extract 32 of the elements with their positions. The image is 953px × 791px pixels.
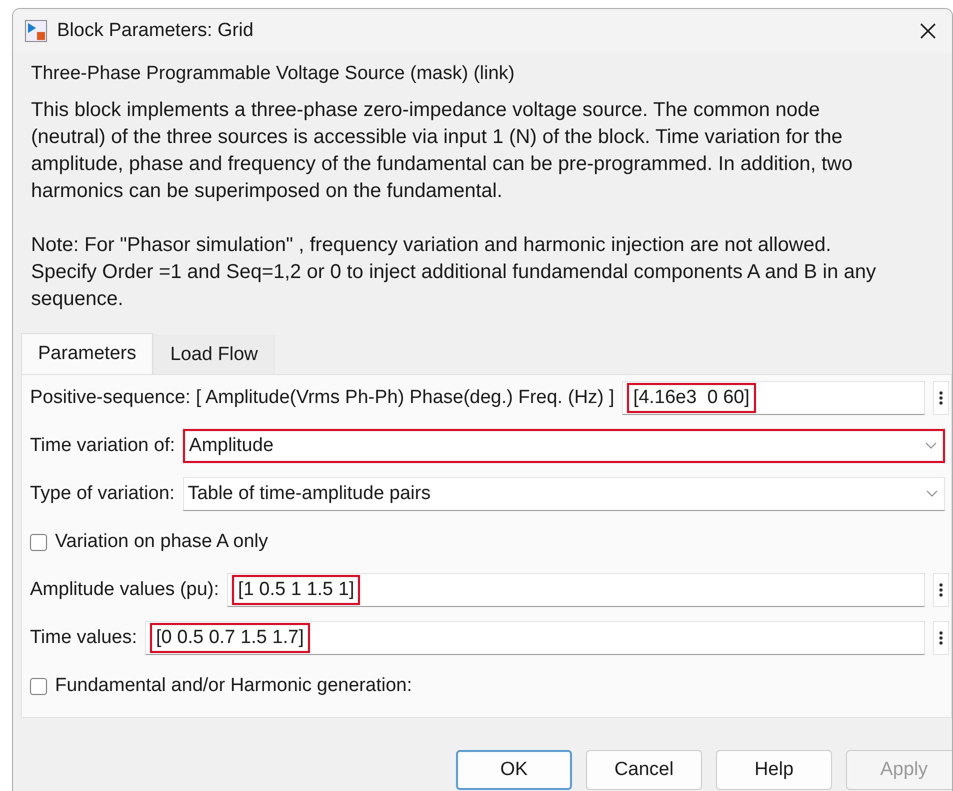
dialog-button[interactable]: Help [716,750,832,790]
input-field[interactable]: [0 0.5 0.7 1.5 1.7] [145,621,925,655]
dropdown[interactable]: Table of time-amplitude pairs [182,477,945,511]
mask-title: Three-Phase Programmable Voltage Source (mask) (link) [30,62,516,85]
field-label: Amplitude values (pu): [30,579,220,601]
checkbox-label: Variation on phase A only [55,531,268,553]
tab[interactable]: Load Flow [153,335,275,374]
input-field[interactable]: [1 0.5 1 1.5 1] [227,573,925,607]
block-icon [25,20,47,42]
dialog-button[interactable]: OK [456,750,572,790]
checkbox[interactable] [30,678,47,694]
dropdown[interactable]: Amplitude [183,429,945,463]
field-label: Time values: [30,627,137,649]
input-field[interactable]: [4.16e3 0 60] [622,381,925,415]
description-text: This block implements a three-phase zero-impedance voltage source. The common node (neutral) of the three sources is accessible via input 1 (N) of the block. Time variation for the amplitude, phase and frequency of the fundamental can be pre-programmed. In addition, two harmonics can be superimposed on the fundamental. [31,98,854,204]
more-options-button[interactable] [933,621,949,655]
more-options-icon [939,631,943,645]
dialog-button[interactable]: Cancel [586,750,702,790]
checkbox[interactable] [30,534,47,550]
field-label: Positive-sequence: [ Amplitude(Vrms Ph-Ph) Phase(deg.) Freq. (Hz) ] [30,387,614,409]
field-label: Time variation of: [30,435,176,457]
description-text: Note: For "Phasor simulation" , frequency variation and harmonic injection are not allowed. Specify Order =1 and Seq=1,2 or 0 to inject additional fundamendal components A and B in any sequence. [31,233,878,312]
more-options-button[interactable] [933,573,949,607]
more-options-button[interactable] [933,381,949,415]
chevron-icon [926,490,938,498]
chevron-icon [925,442,937,450]
field-label: Type of variation: [30,483,175,505]
more-options-icon [939,583,943,597]
checkbox-label: Fundamental and/or Harmonic generation: [55,675,412,697]
more-options-icon [939,391,943,405]
window-title: Block Parameters: Grid [57,20,254,42]
tab[interactable]: Parameters [21,333,154,374]
